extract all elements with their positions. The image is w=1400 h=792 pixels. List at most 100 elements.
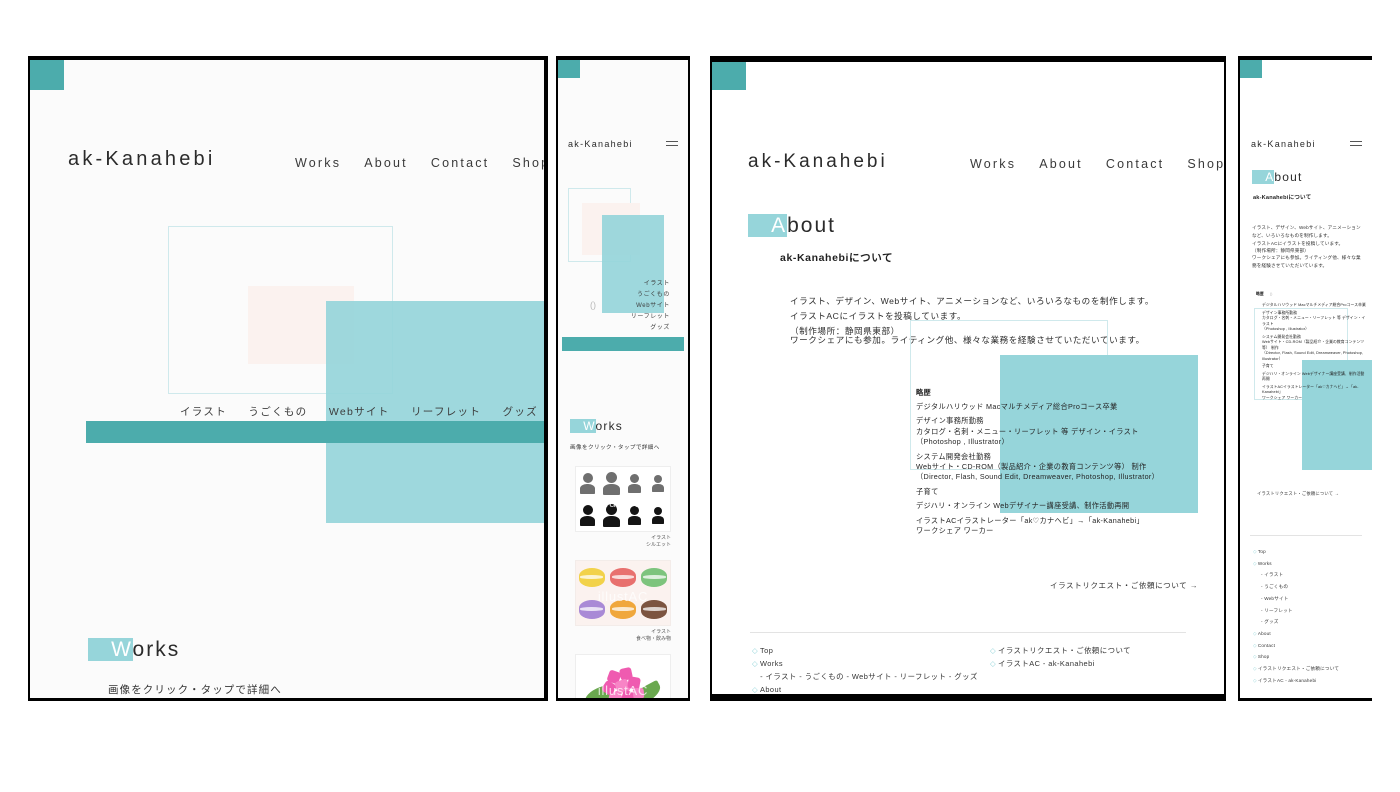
category-leaflet[interactable]: リーフレット	[411, 404, 481, 419]
footer-link-about[interactable]: About	[1253, 628, 1339, 640]
footer-column-right[interactable]: イラストリクエスト・ご依頼について イラストAC - ak-Kanahebi	[990, 645, 1131, 671]
footer-link-request[interactable]: イラストリクエスト・ご依頼について	[1253, 663, 1339, 675]
career-group: イラストACイラストレーター「ak♡カナヘビ」→「ak-Kanahebi」 ワー…	[1256, 385, 1368, 402]
nav-item-contact[interactable]: Contact	[1106, 157, 1164, 171]
brand-title[interactable]: ak-Kanahebi	[568, 139, 633, 149]
panel-mobile-about[interactable]: ak-Kanahebi About ak-Kanahebiについて イラスト、デ…	[1240, 60, 1372, 698]
works-heading-rest: orks	[132, 638, 181, 661]
silhouette-icon	[580, 504, 596, 526]
category-goods[interactable]: グッズ	[503, 404, 538, 419]
main-nav[interactable]: Works About Contact Shop	[295, 156, 544, 170]
brand-title[interactable]: ak-Kanahebi	[68, 148, 216, 171]
category-illust[interactable]: イラスト	[180, 404, 227, 419]
hamburger-icon[interactable]	[666, 141, 678, 146]
category-illust[interactable]: イラスト	[558, 279, 670, 290]
career-line: イラストACイラストレーター「ak♡カナヘビ」→「ak-Kanahebi」	[1262, 384, 1359, 395]
career-group: デジタルハリウッド Macマルチメディア総合Proコース卒業	[1256, 303, 1368, 309]
category-website[interactable]: Webサイト	[329, 404, 390, 419]
nav-item-shop[interactable]: Shop	[1187, 157, 1224, 171]
category-website[interactable]: Webサイト	[558, 301, 670, 312]
caption-line-1: イラスト	[651, 535, 671, 541]
career-group: デザイン事務所勤務 カタログ・名刺・メニュー・リーフレット 等 デザイン・イラス…	[1256, 311, 1368, 333]
footer-column-left[interactable]: Top Works イラスト うごくもの Webサイト リーフレット グッズ A…	[752, 645, 978, 694]
footer-sub-illust[interactable]: イラスト	[760, 672, 797, 681]
about-heading-rest: bout	[787, 214, 836, 237]
footer-link-top[interactable]: Top	[752, 645, 978, 658]
career-group: デジハリ・オンライン Webデザイナー講座受講、制作活動再開	[916, 501, 1216, 511]
footer-works-children[interactable]: イラスト うごくもの Webサイト リーフレット グッズ	[752, 671, 978, 684]
footer-sub-illust[interactable]: イラスト	[1261, 569, 1339, 581]
footer-link-works[interactable]: Works	[752, 658, 978, 671]
panel-desktop-home[interactable]: ak-Kanahebi Works About Contact Shop イラス…	[30, 60, 544, 698]
footer-sub-website[interactable]: Webサイト	[1261, 593, 1339, 605]
nav-item-works[interactable]: Works	[295, 156, 341, 170]
silhouette-icon	[652, 474, 665, 492]
career-line: ワークシェア ワーカー	[916, 526, 994, 536]
career-line: デジタルハリウッド Macマルチメディア総合Proコース卒業	[916, 401, 1118, 411]
works-subtitle: 画像をクリック・タップで詳細へ	[570, 445, 660, 451]
brand-title[interactable]: ak-Kanahebi	[748, 151, 888, 173]
works-subtitle: 画像をクリック・タップで詳細へ	[108, 684, 282, 696]
footer-link-works[interactable]: Works	[1253, 558, 1339, 570]
footer-sub-ugokumono[interactable]: うごくもの	[799, 672, 844, 681]
footer-column-left[interactable]: Top Works イラスト うごくもの Webサイト リーフレット グッズ A…	[1253, 546, 1339, 686]
footer-sub-leaflet[interactable]: リーフレット	[894, 672, 946, 681]
career-line: ワークシェア ワーカー	[1262, 395, 1303, 400]
career-group: デジタルハリウッド Macマルチメディア総合Proコース卒業	[916, 402, 1216, 412]
career-line: システム開発会社勤務	[916, 451, 992, 461]
hamburger-icon[interactable]	[1350, 141, 1362, 146]
footer-link-contact[interactable]: Contact	[1253, 640, 1339, 652]
footer-sub-leaflet[interactable]: リーフレット	[1261, 605, 1339, 617]
brand-title[interactable]: ak-Kanahebi	[1251, 139, 1316, 149]
footer-sub-goods[interactable]: グッズ	[1261, 616, 1339, 628]
panel-desktop-about[interactable]: ak-Kanahebi Works About Contact Shop Abo…	[712, 62, 1224, 694]
category-ugokumono[interactable]: うごくもの	[558, 290, 670, 301]
panel-mobile-home[interactable]: ak-Kanahebi () イラスト うごくもの Webサイト リーフレット …	[558, 60, 688, 698]
work-thumb-hydrangea[interactable]: illustAC	[575, 654, 671, 698]
logo-square	[1240, 60, 1262, 78]
career-paren-mark: ()	[1269, 292, 1273, 296]
people-silhouette-art	[576, 467, 670, 531]
works-heading: Works	[570, 419, 623, 433]
category-goods[interactable]: グッズ	[558, 323, 670, 334]
footer-sub-website[interactable]: Webサイト	[846, 672, 891, 681]
career-group: デジハリ・オンライン Webデザイナー講座受講、制作活動再開	[1256, 372, 1368, 383]
nav-item-about[interactable]: About	[1039, 157, 1083, 171]
career-line: デジハリ・オンライン Webデザイナー講座受講、制作活動再開	[1262, 371, 1365, 382]
about-paragraph-1: イラスト、デザイン、Webサイト、アニメーションなど、いろいろなものを制作します…	[1252, 225, 1361, 254]
footer-link-shop[interactable]: Shop	[1253, 651, 1339, 663]
career-list: 略歴 () デジタルハリウッド Macマルチメディア総合Proコース卒業 デザイン…	[1256, 292, 1368, 404]
category-ugokumono[interactable]: うごくもの	[248, 404, 307, 419]
work-thumb-silhouettes[interactable]: illustAC	[575, 466, 671, 532]
macaron-art	[576, 561, 670, 625]
macaron-yellow	[578, 567, 605, 587]
about-heading-rest: bout	[1274, 170, 1303, 184]
macaron-pink	[609, 567, 636, 587]
footer-sub-goods[interactable]: グッズ	[949, 672, 978, 681]
career-group: デザイン事務所勤務 カタログ・名刺・メニュー・リーフレット 等 デザイン・イラス…	[916, 416, 1216, 447]
footer-sub-ugokumono[interactable]: うごくもの	[1261, 581, 1339, 593]
about-subtitle: ak-Kanahebiについて	[780, 252, 894, 264]
footer-works-children[interactable]: イラスト うごくもの Webサイト リーフレット グッズ	[1253, 569, 1339, 628]
career-line: （Photoshop , Illustrator）	[1262, 327, 1310, 332]
illustration-request-link[interactable]: イラストリクエスト・ご依頼について →	[1257, 491, 1339, 497]
category-leaflet[interactable]: リーフレット	[558, 312, 670, 323]
hero-teal-bar	[86, 421, 544, 443]
nav-item-works[interactable]: Works	[970, 157, 1016, 171]
hero-category-nav[interactable]: イラスト うごくもの Webサイト リーフレット グッズ	[558, 279, 670, 334]
footer-link-illustrac[interactable]: イラストAC - ak-Kanahebi	[990, 658, 1131, 671]
nav-item-about[interactable]: About	[364, 156, 408, 170]
main-nav[interactable]: Works About Contact Shop	[970, 157, 1224, 171]
illustration-request-link[interactable]: イラストリクエスト・ご依頼について →	[1050, 580, 1198, 591]
nav-item-contact[interactable]: Contact	[431, 156, 489, 170]
hero-category-nav[interactable]: イラスト うごくもの Webサイト リーフレット グッズ	[180, 404, 538, 419]
work-thumb-macarons[interactable]: illustAC	[575, 560, 671, 626]
footer-link-illustrac[interactable]: イラストAC - ak-Kanahebi	[1253, 675, 1339, 687]
footer-link-about[interactable]: About	[752, 684, 978, 694]
work-caption-silhouettes: イラスト シルエット	[575, 535, 671, 550]
footer-link-top[interactable]: Top	[1253, 546, 1339, 558]
career-line: イラストACイラストレーター「ak♡カナヘビ」→「ak-Kanahebi」	[916, 515, 1144, 525]
footer-link-request[interactable]: イラストリクエスト・ご依頼について	[990, 645, 1131, 658]
silhouette-icon	[602, 471, 620, 495]
nav-item-shop[interactable]: Shop	[512, 156, 544, 170]
